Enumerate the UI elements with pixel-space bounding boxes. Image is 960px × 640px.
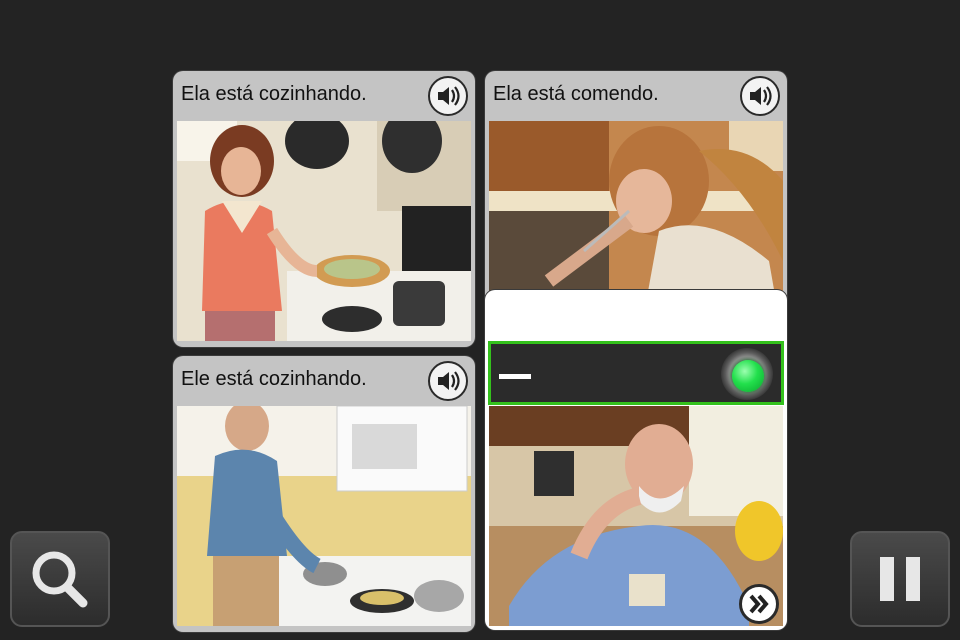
picture-card-woman-cooking[interactable]: Ela está cozinhando. bbox=[173, 71, 475, 347]
zoom-button[interactable] bbox=[10, 531, 110, 627]
pause-button[interactable] bbox=[850, 531, 950, 627]
speaker-icon[interactable] bbox=[428, 361, 468, 401]
speaker-icon[interactable] bbox=[740, 76, 780, 116]
photo-woman-cooking bbox=[177, 121, 471, 341]
card-caption: Ela está cozinhando. bbox=[181, 83, 367, 105]
green-light-icon bbox=[721, 348, 773, 400]
speaker-icon[interactable] bbox=[428, 76, 468, 116]
photo-man-cooking bbox=[177, 406, 471, 626]
photo-man-eating bbox=[489, 406, 783, 626]
pause-icon bbox=[880, 557, 920, 601]
picture-card-man-cooking[interactable]: Ele está cozinhando. bbox=[173, 356, 475, 632]
answer-input-bar[interactable] bbox=[488, 341, 784, 405]
double-chevron-right-icon bbox=[749, 594, 769, 614]
next-button[interactable] bbox=[739, 584, 779, 624]
card-caption: Ela está comendo. bbox=[493, 83, 659, 105]
answer-text-cursor bbox=[499, 374, 531, 379]
card-caption: Ele está cozinhando. bbox=[181, 368, 367, 390]
magnifier-icon bbox=[32, 551, 88, 608]
